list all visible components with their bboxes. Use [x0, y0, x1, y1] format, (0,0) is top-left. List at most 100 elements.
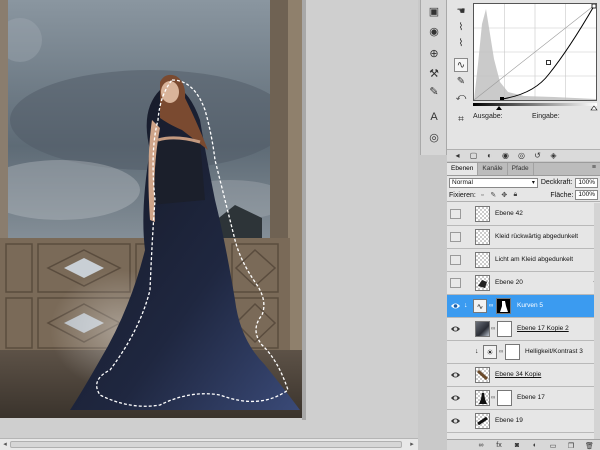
curves-panel: ☚ ⌇ ⌇ ∿ ✎ ⤺ ⌗ Ausgabe: Eingabe: ◂ ▢ ◐ ◉ …: [447, 0, 600, 161]
layers-footer: ∞ fx ◙ ◐ ▭ ❐ 🗑︎: [447, 439, 600, 450]
photoshop-window: ◂ ▸ ▣ ◉ ⊕ ⚒ ✎ A ◎ ☚ ⌇ ⌇ ∿ ✎ ⤺ ⌗ Ausgabe:…: [0, 0, 600, 450]
layer-thumbnail: [475, 275, 490, 291]
tool-presets-icon[interactable]: ⚒: [425, 66, 443, 80]
eyedropper-black-icon[interactable]: ⌇: [454, 20, 468, 34]
lock-transparency-icon[interactable]: ▫: [478, 191, 487, 200]
layer-name: Ebene 17: [517, 394, 545, 401]
clip-icon[interactable]: ⌗: [454, 112, 468, 126]
layer-row[interactable]: ∞ Ebene 17 Kopie 2: [447, 318, 600, 341]
layer-name: Licht am Kleid abgedunkelt: [495, 256, 574, 263]
visibility-toggle[interactable]: [450, 278, 461, 288]
horizontal-scrollbar[interactable]: ◂ ▸: [0, 438, 418, 450]
scroll-left-icon[interactable]: ◂: [1, 441, 9, 449]
link-layers-icon[interactable]: ∞: [477, 442, 485, 449]
panel-tabs: Ebenen Kanäle Pfade ≡: [447, 163, 600, 176]
layer-thumbnail: [475, 413, 490, 429]
eye-icon[interactable]: [450, 416, 461, 426]
chevron-down-icon: ▾: [531, 179, 535, 186]
layer-row[interactable]: Licht am Kleid abgedunkelt: [447, 249, 600, 272]
layer-list: Ebene 42 Kleid rückwärtig abgedunkelt Li…: [447, 203, 600, 439]
eye-icon[interactable]: [450, 393, 461, 403]
trash-icon[interactable]: 🗑︎: [585, 442, 594, 450]
character-icon[interactable]: A: [425, 110, 443, 124]
link-icon[interactable]: ∞: [491, 395, 495, 401]
layer-row[interactable]: Ebene 20 ◊: [447, 272, 600, 295]
tab-paths[interactable]: Pfade: [508, 163, 534, 175]
pencil-icon[interactable]: ✎: [454, 74, 468, 88]
layers-scrollbar[interactable]: [594, 203, 600, 439]
layer-name: Ebene 17 Kopie 2: [517, 325, 569, 332]
layer-thumbnail: [475, 206, 490, 222]
new-layer-icon[interactable]: ❐: [567, 442, 575, 450]
fx-icon[interactable]: fx: [495, 442, 503, 449]
panel-menu-icon[interactable]: ≡: [588, 163, 600, 175]
new-group-icon[interactable]: ▭: [549, 442, 557, 450]
eyedropper-gray-icon[interactable]: ⌇: [454, 36, 468, 50]
info-icon[interactable]: ◉: [425, 24, 443, 38]
layer-name: Ebene 19: [495, 417, 523, 424]
curves-graph[interactable]: [473, 3, 597, 101]
layer-mask-thumbnail: [497, 321, 512, 337]
layer-name: Ebene 42: [495, 210, 523, 217]
swatches-icon[interactable]: ⊕: [425, 46, 443, 60]
link-icon[interactable]: ∞: [499, 349, 503, 355]
scrollbar-thumb[interactable]: [10, 441, 402, 448]
curve-point-tool-icon[interactable]: ∿: [454, 58, 468, 72]
document-canvas[interactable]: [0, 0, 302, 418]
lock-row: Fixieren: ▫ ✎ ✥ 🔒︎ Fläche: 100%: [447, 189, 600, 202]
layer-mask-thumbnail: [497, 390, 512, 406]
opacity-field[interactable]: 100%: [575, 177, 598, 188]
clip-layer-icon[interactable]: ◐: [485, 151, 494, 160]
layer-row[interactable]: ∞ Ebene 17: [447, 387, 600, 410]
back-arrow-icon[interactable]: ◂: [453, 151, 462, 160]
view-previous-icon[interactable]: ◎: [517, 151, 526, 160]
visibility-toggle[interactable]: [450, 255, 461, 265]
layer-thumbnail: [475, 321, 490, 337]
layer-name: Ebene 34 Kopie: [495, 371, 542, 378]
layer-row-selected[interactable]: ↓ ∿ ∞ Kurven 5: [447, 295, 600, 318]
reset-icon[interactable]: ↺: [533, 151, 542, 160]
delete-adjustment-icon[interactable]: ◈: [549, 151, 558, 160]
link-icon[interactable]: ∞: [491, 326, 495, 332]
curves-bottom-toolbar: ◂ ▢ ◐ ◉ ◎ ↺ ◈: [447, 149, 600, 161]
scroll-right-icon[interactable]: ▸: [408, 441, 416, 449]
fill-label: Fläche:: [550, 191, 574, 199]
eye-icon[interactable]: [450, 324, 461, 334]
lock-all-icon[interactable]: 🔒︎: [511, 191, 520, 200]
layer-thumbnail: [475, 390, 490, 406]
histogram-icon[interactable]: ▣: [425, 4, 443, 18]
canvas-area[interactable]: ◂ ▸: [0, 0, 418, 450]
layer-mask-thumbnail: [496, 298, 511, 314]
blend-row: Normal ▾ Deckkraft: 100%: [447, 176, 600, 189]
eye-icon[interactable]: [450, 301, 461, 311]
smooth-icon[interactable]: ⤺: [454, 90, 468, 104]
visibility-toggle[interactable]: [450, 232, 461, 242]
add-mask-icon[interactable]: ◙: [513, 442, 521, 449]
brushes-icon[interactable]: ✎: [425, 84, 443, 98]
link-icon[interactable]: ∞: [489, 303, 493, 309]
scene-image: [0, 0, 302, 418]
layer-row[interactable]: Kleid rückwärtig abgedunkelt: [447, 226, 600, 249]
visibility-icon[interactable]: ◉: [501, 151, 510, 160]
layer-thumbnail: [475, 252, 490, 268]
layer-name: Helligkeit/Kontrast 3: [525, 348, 583, 355]
fill-field[interactable]: 100%: [575, 190, 598, 200]
layer-row[interactable]: Ebene 34 Kopie: [447, 364, 600, 387]
layer-row[interactable]: Ebene 42: [447, 203, 600, 226]
eye-icon[interactable]: [450, 370, 461, 380]
lock-image-icon[interactable]: ✎: [489, 191, 498, 200]
new-adjustment-icon[interactable]: ◐: [531, 442, 539, 449]
visibility-toggle[interactable]: [450, 209, 461, 219]
layer-row[interactable]: Ebene 19: [447, 410, 600, 433]
target-adjust-icon[interactable]: ☚: [454, 4, 468, 18]
layer-row[interactable]: ↓ ☀ ∞ Helligkeit/Kontrast 3: [447, 341, 600, 364]
actions-icon[interactable]: ◎: [425, 130, 443, 144]
layer-thumbnail: [475, 229, 490, 245]
lock-position-icon[interactable]: ✥: [500, 191, 509, 200]
tab-channels[interactable]: Kanäle: [478, 163, 508, 175]
blend-mode-value: Normal: [452, 178, 473, 186]
blend-mode-select[interactable]: Normal ▾: [449, 177, 538, 188]
expand-view-icon[interactable]: ▢: [469, 151, 478, 160]
tab-layers[interactable]: Ebenen: [447, 163, 479, 175]
lock-label: Fixieren:: [449, 191, 476, 199]
